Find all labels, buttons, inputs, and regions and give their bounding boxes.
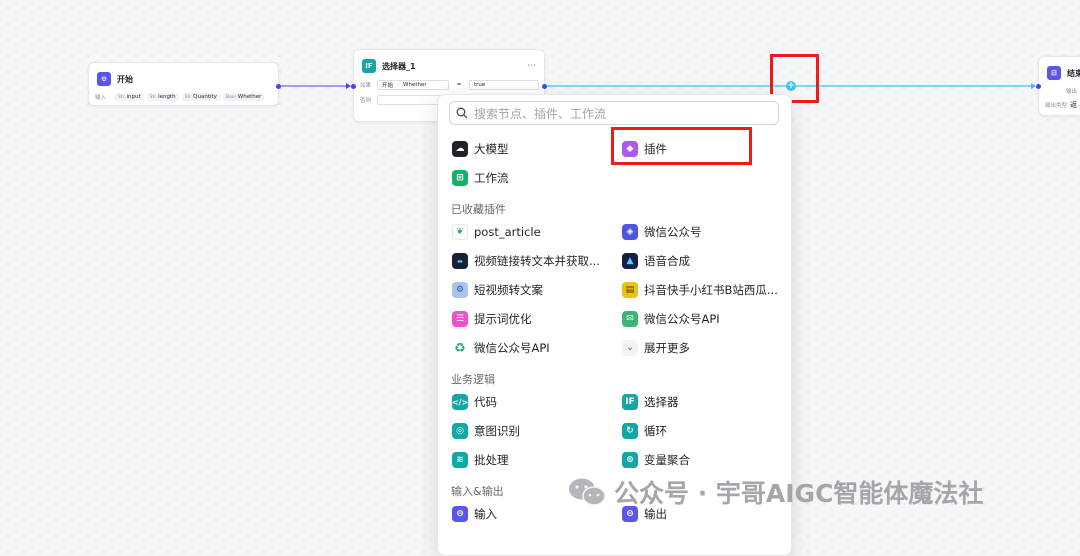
fav-wechat-mp[interactable]: ◈ 微信公众号 bbox=[622, 222, 702, 242]
selector-node-title: 选择器_1 bbox=[382, 61, 416, 71]
input-icon: ⊖ bbox=[452, 506, 468, 522]
variable-merge-icon: ⊚ bbox=[622, 452, 638, 468]
selector-output-port[interactable] bbox=[542, 84, 547, 89]
item-llm[interactable]: ☁ 大模型 bbox=[452, 139, 509, 159]
watermark-text: 公众号 · 宇哥AIGC智能体魔法社 bbox=[614, 479, 984, 508]
fav-short-video[interactable]: ⚙ 短视频转文案 bbox=[452, 280, 543, 300]
section-logic: 业务逻辑 bbox=[451, 373, 495, 386]
param-tag: Str length bbox=[146, 93, 179, 101]
fav-multi-platform[interactable]: ▤ 抖音快手小红书B站西瓜... bbox=[622, 280, 778, 300]
if-icon: IF bbox=[622, 394, 638, 410]
fav-wechat-api[interactable]: ✉ 微信公众号API bbox=[622, 309, 720, 329]
end-node-title: 结束 bbox=[1067, 68, 1080, 78]
start-node-title: 开始 bbox=[117, 74, 133, 84]
start-output-port[interactable] bbox=[276, 84, 281, 89]
logic-code[interactable]: </> 代码 bbox=[452, 392, 497, 412]
param-tag: Str Quantity bbox=[181, 93, 220, 101]
multi-platform-icon: ▤ bbox=[622, 282, 638, 298]
wechat-mp-icon: ◈ bbox=[622, 224, 638, 240]
io-input[interactable]: ⊖ 输入 bbox=[452, 504, 497, 524]
selector-input-port[interactable] bbox=[351, 84, 356, 89]
short-video-icon: ⚙ bbox=[452, 282, 468, 298]
workflow-icon: ⊞ bbox=[452, 170, 468, 186]
wechat-api-icon: ✉ bbox=[622, 311, 638, 327]
expand-more-button[interactable]: ⌄ 展开更多 bbox=[622, 338, 690, 358]
chevron-down-icon: ⌄ bbox=[622, 340, 638, 356]
search-input[interactable]: 搜索节点、插件、工作流 bbox=[449, 101, 779, 125]
llm-icon: ☁ bbox=[452, 141, 468, 157]
logic-variable-merge[interactable]: ⊚ 变量聚合 bbox=[622, 450, 690, 470]
batch-icon: ≋ bbox=[452, 452, 468, 468]
wechat-icon bbox=[569, 478, 606, 506]
intent-icon: ◎ bbox=[452, 423, 468, 439]
fav-wechat-api-2[interactable]: ♻ 微信公众号API bbox=[452, 338, 550, 358]
fav-voice-synthesis[interactable]: ▲ 语音合成 bbox=[622, 251, 690, 271]
video-text-icon: ▬ bbox=[452, 253, 468, 269]
output-type-label: 输出类型 bbox=[1045, 103, 1068, 109]
param-tag: Bool Whether bbox=[222, 93, 265, 101]
code-icon: </> bbox=[452, 394, 468, 410]
logic-intent[interactable]: ◎ 意图识别 bbox=[452, 421, 520, 441]
logic-loop[interactable]: ↻ 循环 bbox=[622, 421, 667, 441]
search-placeholder: 搜索节点、插件、工作流 bbox=[474, 106, 607, 121]
recycle-icon: ♻ bbox=[452, 340, 468, 356]
output-label: 输出 bbox=[1065, 89, 1077, 95]
else-label: 否则 bbox=[360, 98, 372, 104]
item-workflow[interactable]: ⊞ 工作流 bbox=[452, 168, 509, 188]
more-options-icon[interactable]: ··· bbox=[527, 61, 536, 71]
section-favorites: 已收藏插件 bbox=[451, 203, 506, 216]
start-node[interactable]: ⊖ 开始 输入 Str input Str length Str Quantity B… bbox=[88, 62, 281, 106]
end-icon: ⊟ bbox=[1047, 66, 1061, 80]
end-node[interactable]: ⊟ 结束 输出 输出类型 返 bbox=[1036, 56, 1080, 116]
condition-value-field[interactable]: true bbox=[469, 80, 539, 90]
param-tag: Str input bbox=[115, 93, 144, 101]
loop-icon: ↻ bbox=[622, 423, 638, 439]
logic-selector[interactable]: IF 选择器 bbox=[622, 392, 679, 412]
watermark: 公众号 · 宇哥AIGC智能体魔法社 bbox=[568, 474, 983, 510]
start-icon: ⊖ bbox=[97, 72, 111, 86]
condition-left-field[interactable]: 开始 - Whether bbox=[377, 80, 449, 90]
logic-batch[interactable]: ≋ 批处理 bbox=[452, 450, 509, 470]
search-icon bbox=[456, 107, 468, 119]
else-field[interactable] bbox=[377, 95, 441, 105]
leaf-icon: ❦ bbox=[452, 224, 468, 240]
condition-operator[interactable]: = bbox=[452, 82, 466, 88]
input-label: 输入 bbox=[95, 95, 107, 101]
output-type-value[interactable]: 返 bbox=[1070, 100, 1077, 110]
if-label: 如果 bbox=[360, 83, 372, 89]
if-icon: IF bbox=[362, 59, 376, 73]
fav-video-text[interactable]: ▬ 视频链接转文本并获取... bbox=[452, 251, 600, 271]
fav-post-article[interactable]: ❦ post_article bbox=[452, 222, 541, 242]
voice-synthesis-icon: ▲ bbox=[622, 253, 638, 269]
fav-prompt-optimize[interactable]: ☰ 提示词优化 bbox=[452, 309, 532, 329]
prompt-optimize-icon: ☰ bbox=[452, 311, 468, 327]
highlight-plugin bbox=[611, 127, 752, 165]
end-input-port[interactable] bbox=[1036, 84, 1041, 89]
section-io: 输入&输出 bbox=[451, 485, 504, 498]
